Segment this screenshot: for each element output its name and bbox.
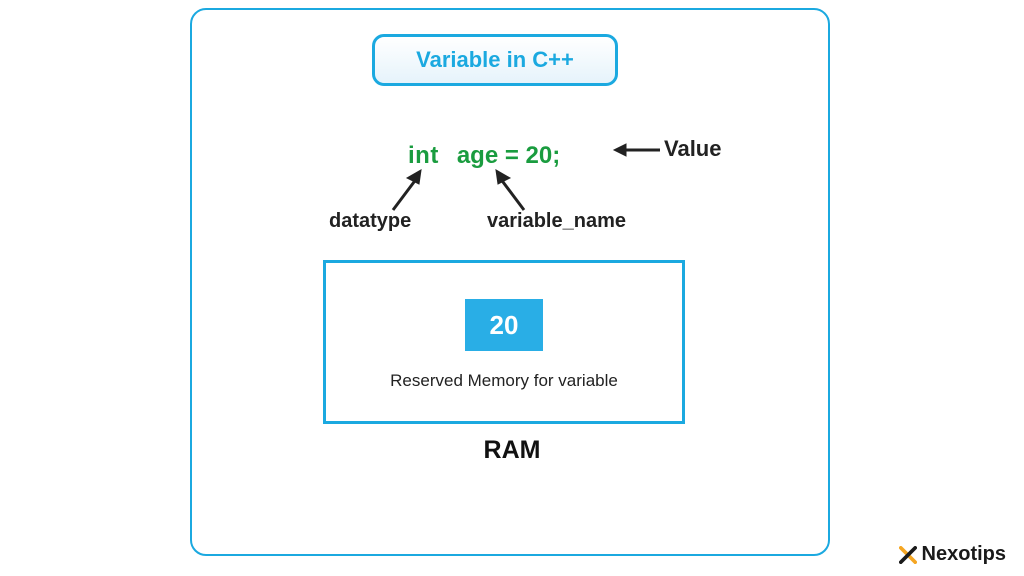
- arrow-value-icon: [612, 141, 662, 159]
- code-equals: =: [505, 142, 519, 169]
- arrow-datatype-icon: [387, 168, 427, 212]
- ram-label: RAM: [192, 436, 832, 465]
- label-datatype: datatype: [329, 210, 411, 233]
- code-value: 20: [526, 142, 553, 169]
- label-value: Value: [664, 136, 721, 162]
- code-semicolon: ;: [552, 142, 560, 169]
- memory-value: 20: [490, 310, 519, 341]
- diagram-frame: Variable in C++ intage = 20; Value datat…: [190, 8, 830, 556]
- brand-logo: Nexotips: [899, 543, 1006, 566]
- ram-box: 20 Reserved Memory for variable: [323, 260, 685, 424]
- code-varname: age: [457, 142, 498, 169]
- code-line: intage = 20;: [408, 142, 560, 170]
- brand-x-icon: [899, 546, 917, 564]
- label-varname: variable_name: [487, 210, 626, 233]
- code-datatype: int: [408, 142, 439, 169]
- title-text: Variable in C++: [416, 47, 574, 73]
- brand-text: Nexotips: [922, 543, 1006, 566]
- memory-caption: Reserved Memory for variable: [390, 371, 618, 391]
- title-pill: Variable in C++: [372, 34, 618, 86]
- arrow-varname-icon: [490, 168, 530, 212]
- memory-value-box: 20: [465, 299, 543, 351]
